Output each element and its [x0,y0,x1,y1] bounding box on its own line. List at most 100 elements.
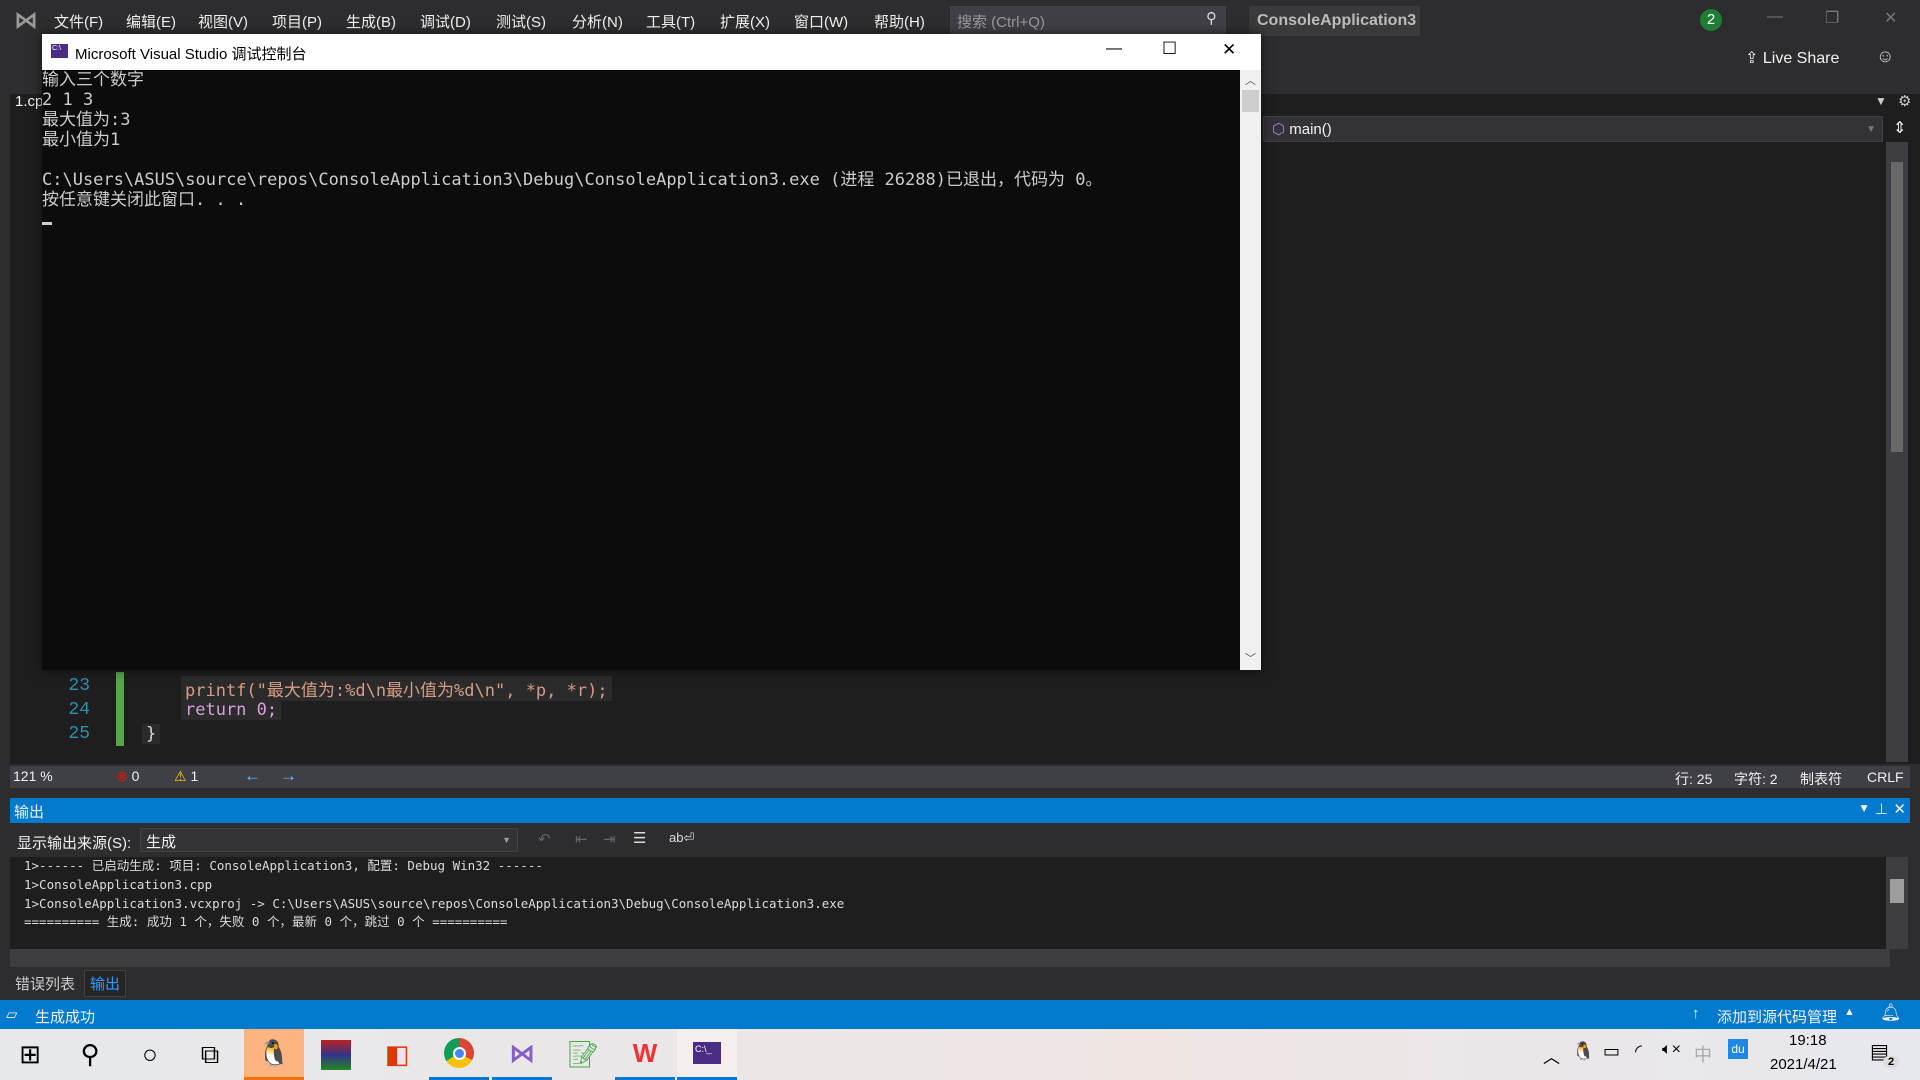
output-title: 输出 [14,804,45,821]
scroll-thumb[interactable] [1891,162,1903,452]
go-to-location-icon[interactable]: ↶ [538,830,551,848]
visual-studio-icon[interactable]: ⋈ [492,1029,552,1080]
minimize-button[interactable]: — [1767,8,1783,26]
line-number: 24 [68,700,90,720]
baidu-icon[interactable]: du [1728,1039,1748,1059]
search-placeholder: 搜索 (Ctrl+Q) [957,14,1045,31]
menu-item[interactable]: 分析(N) [572,11,623,32]
task-view-icon[interactable]: ⧉ [180,1029,240,1080]
menu-item[interactable]: 窗口(W) [794,11,848,32]
winrar-icon[interactable] [306,1029,366,1080]
output-horizontal-scrollbar[interactable] [10,949,1890,967]
menu-item[interactable]: 项目(P) [272,11,322,32]
error-count: 0 [131,768,140,784]
gear-icon[interactable]: ⚙ [1898,92,1911,110]
back-arrow-icon[interactable]: ← [244,766,261,786]
menu-item[interactable]: 测试(S) [496,11,546,32]
split-icon[interactable]: ⇕ [1893,118,1906,138]
wps-icon[interactable]: W [615,1029,675,1080]
line-number: 23 [68,676,90,696]
output-vertical-scrollbar[interactable] [1886,857,1908,949]
menu-item[interactable]: 帮助(H) [874,11,925,32]
menu-item[interactable]: 视图(V) [198,11,248,32]
code-line[interactable]: printf("最大值为:%d\n最小值为%d\n", *p, *r); [181,676,612,701]
menu-item[interactable]: 文件(F) [54,11,103,32]
previous-message-icon[interactable]: ⇤ [575,830,588,848]
warnings-indicator[interactable]: ⚠ 1 [174,768,198,785]
clock-date[interactable]: 2021/4/21 [1770,1056,1837,1073]
close-icon[interactable]: ✕ [1893,800,1906,818]
clock-time[interactable]: 19:18 [1789,1032,1827,1049]
tab-output[interactable]: 输出 [84,970,127,997]
member-label: main() [1289,121,1332,138]
bell-icon[interactable]: 🔔︎ [1880,1003,1902,1023]
feedback-icon[interactable]: ☺ [1876,46,1894,67]
notification-badge[interactable]: 2 [1700,9,1722,31]
debug-console-window[interactable]: C:\ Microsoft Visual Studio 调试控制台 — ☐ ✕ … [42,34,1261,670]
chevron-up-icon[interactable]: ▲ [1844,1006,1855,1018]
console-output[interactable]: 输入三个数字 2 1 3 最大值为:3 最小值为1 C:\Users\ASUS\sour… [42,70,1240,670]
office-icon[interactable]: ◧ [367,1029,427,1080]
output-line: 1>------ 已启动生成: 项目: ConsoleApplication3,… [24,858,543,873]
output-source-dropdown[interactable]: 生成 ▼ [140,828,518,852]
close-button[interactable]: ✕ [1222,40,1236,60]
restore-button[interactable]: ❐ [1825,8,1839,28]
source-label: 显示输出来源(S): [17,835,132,852]
console-icon: C:\ [51,44,68,58]
chevron-up-icon[interactable]: ︿ [1543,1043,1560,1068]
close-button[interactable]: ✕ [1884,8,1897,28]
scroll-up-icon[interactable]: ︿ [1245,72,1256,88]
member-dropdown[interactable]: ⬡ main() ▼ [1263,116,1883,142]
console-line: 最小值为1 [42,130,121,150]
menu-item[interactable]: 工具(T) [646,11,695,32]
console-scrollbar[interactable]: ︿ ﹀ [1240,70,1261,670]
output-panel-header: 输出 ▼ ⊥ ✕ [10,798,1910,823]
dropdown-icon[interactable]: ▼ [1858,801,1870,815]
chevron-down-icon: ▼ [502,835,511,845]
qq-tray-icon[interactable]: 🐧 [1572,1041,1594,1062]
live-share-button[interactable]: ⇪ Live Share [1745,48,1839,68]
console-title-bar[interactable]: C:\ Microsoft Visual Studio 调试控制台 — ☐ ✕ [42,34,1261,70]
search-input[interactable]: 搜索 (Ctrl+Q) ⚲ [950,6,1226,34]
warning-count: 1 [190,768,199,784]
console-line: 按任意键关闭此窗口. . . [42,190,247,210]
volume-muted-icon[interactable]: 🔈︎× [1662,1041,1681,1059]
word-wrap-icon[interactable]: ab⏎ [669,830,694,846]
notepad-plus-plus-icon[interactable]: 📝︎ [553,1029,613,1080]
code-line[interactable]: return 0; [181,700,282,720]
maximize-button[interactable]: ☐ [1162,39,1177,59]
clear-all-icon[interactable]: ☰ [633,829,646,847]
menu-item[interactable]: 扩展(X) [720,11,770,32]
battery-icon[interactable]: ▭ [1603,1041,1620,1062]
char-number: 字符: 2 [1734,771,1778,787]
chrome-icon[interactable] [429,1029,489,1080]
console-line: 最大值为:3 [42,110,131,130]
menu-item[interactable]: 调试(D) [420,11,471,32]
windows-start-icon[interactable]: ⊞ [0,1029,60,1080]
scroll-thumb[interactable] [1242,90,1259,112]
next-message-icon[interactable]: ⇥ [603,830,616,848]
tab-error-list[interactable]: 错误列表 [15,973,75,994]
file-tab[interactable]: 1.cp [15,93,43,110]
code-line[interactable]: } [142,724,161,744]
scroll-down-icon[interactable]: ﹀ [1245,650,1256,666]
errors-indicator[interactable]: ⊗ 0 [116,768,139,785]
output-text[interactable]: 1>------ 已启动生成: 项目: ConsoleApplication3,… [10,857,1890,949]
minimize-button[interactable]: — [1106,40,1122,58]
cortana-icon[interactable]: ○ [120,1029,180,1080]
ime-indicator[interactable]: 中 [1694,1041,1712,1067]
editor-scrollbar[interactable] [1886,142,1908,762]
line-ending[interactable]: CRLF [1867,769,1904,785]
menu-item[interactable]: 生成(B) [346,11,396,32]
qq-icon[interactable]: 🐧 [244,1029,304,1080]
console-icon[interactable]: C:\_ [677,1029,737,1080]
zoom-level[interactable]: 121 % [13,768,53,784]
wifi-icon[interactable]: ◜ [1635,1041,1642,1062]
forward-arrow-icon[interactable]: → [280,766,297,786]
indent-mode[interactable]: 制表符 [1800,769,1842,789]
menu-item[interactable]: 编辑(E) [126,11,176,32]
dropdown-icon[interactable]: ▼ [1875,94,1887,108]
add-to-source-control[interactable]: 添加到源代码管理 [1717,1006,1837,1027]
search-icon[interactable]: ⚲ [60,1029,120,1080]
pin-icon[interactable]: ⊥ [1875,800,1888,818]
